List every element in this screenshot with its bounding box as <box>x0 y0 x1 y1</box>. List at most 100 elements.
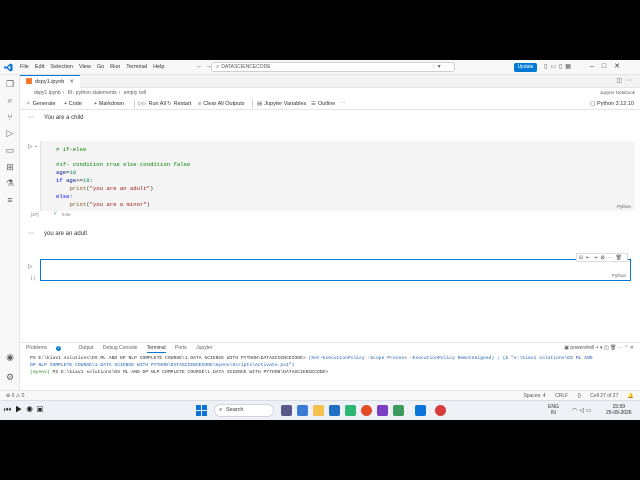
status-problems[interactable]: ⊗ 0 ⚠ 0 <box>6 392 24 400</box>
status-cell[interactable]: Cell 27 of 27 <box>590 393 618 399</box>
status-eol[interactable]: CRLF <box>555 393 568 399</box>
vscode-taskbar-icon[interactable] <box>415 405 426 416</box>
update-button[interactable]: Update <box>514 63 537 72</box>
status-spaces[interactable]: Spaces: 4 <box>523 393 545 399</box>
generate-button[interactable]: ✧ Generate <box>26 99 56 109</box>
output-menu-icon[interactable]: ⋯ <box>28 230 34 237</box>
remote-explorer-icon[interactable]: ▭ <box>5 145 15 155</box>
app-icon[interactable] <box>435 405 446 416</box>
menu-go[interactable]: Go <box>94 64 107 71</box>
media-window-icon[interactable]: ▣ <box>37 405 47 414</box>
jupyter-variables-button[interactable]: ▤ Jupyter Variables <box>257 99 306 109</box>
tab-debug-console[interactable]: Debug Console <box>103 345 137 351</box>
menu-run[interactable]: Run <box>107 64 123 71</box>
task-view-icon[interactable] <box>297 405 308 416</box>
run-cell-icon[interactable]: ▷ <box>28 263 33 270</box>
customize-layout-icon[interactable]: ▦ <box>565 64 574 70</box>
jupyter-icon[interactable]: ≡ <box>5 195 15 205</box>
widgets-app-icon[interactable] <box>281 405 292 416</box>
command-center-search[interactable]: ⌕ DATASCIENCECODE <box>211 62 455 72</box>
search-activity-icon[interactable]: ⌕ <box>5 95 15 105</box>
more-actions-icon[interactable]: ⋯ <box>626 78 636 84</box>
maximize-icon[interactable]: □ <box>602 63 614 70</box>
toggle-panel-icon[interactable]: ▭ <box>550 64 559 70</box>
kernel-picker[interactable]: ▢ Python 3.12.10 <box>590 99 634 109</box>
toolbar-more-icon[interactable]: ⋯ <box>340 99 346 109</box>
status-braces-icon[interactable]: {} <box>578 393 581 399</box>
title-bar: File Edit Selection View Go Run Terminal… <box>0 60 640 75</box>
cell-language-label[interactable]: Python <box>612 273 626 278</box>
outline-button[interactable]: ☰ Outline <box>311 99 335 109</box>
delete-cell-icon[interactable]: 🗑 <box>616 255 625 261</box>
minimize-icon[interactable]: – <box>590 63 602 70</box>
tab-ports[interactable]: Ports <box>175 345 187 351</box>
kill-terminal-icon[interactable]: 🗑 <box>610 345 618 351</box>
vscode-window: File Edit Selection View Go Run Terminal… <box>0 60 640 400</box>
code-editor[interactable]: # if-else #if- condition true else condi… <box>40 141 635 211</box>
add-markdown-button[interactable]: + Markdown <box>94 99 124 109</box>
battery-icon[interactable]: ▭ <box>586 408 594 414</box>
tab-close-icon[interactable]: ✕ <box>69 79 74 85</box>
media-record-icon[interactable]: ◉ <box>26 405 36 414</box>
source-control-icon[interactable]: ⑂ <box>5 112 15 122</box>
breadcrumb-file[interactable]: dspy1.ipynb <box>34 90 61 96</box>
empty-code-cell[interactable]: ▷ ⊟⇤⇥⊠⋯🗑 Python [ ] <box>25 253 635 287</box>
cell-language-label[interactable]: Python <box>617 204 631 209</box>
chrome-app-icon[interactable] <box>361 405 372 416</box>
app-icon[interactable] <box>377 405 388 416</box>
split-editor-icon[interactable]: ◫ <box>616 78 626 84</box>
menu-file[interactable]: File <box>17 64 32 71</box>
clear-outputs-button[interactable]: ≡ Clear All Outputs <box>198 99 245 109</box>
edge-app-icon[interactable] <box>345 405 356 416</box>
terminal-command: (Set-ExecutionPolicy -Scope Process -Exe… <box>305 356 593 361</box>
run-all-icon: ▷▷ <box>138 101 147 107</box>
tab-output[interactable]: Output <box>79 345 94 351</box>
media-play-icon[interactable]: ▶ <box>15 405 26 414</box>
run-cell-icon[interactable]: ▷ <box>28 143 33 150</box>
run-debug-icon[interactable]: ▷ <box>5 128 15 138</box>
restart-button[interactable]: ↻ Restart <box>167 99 191 109</box>
back-arrow-icon[interactable]: ← <box>196 63 203 70</box>
title-extra-icons: ◌▾ <box>432 63 443 70</box>
breadcrumb-cell[interactable]: empty cell <box>124 90 147 96</box>
taskbar-clock[interactable]: 15:59 25-09-2026 <box>606 404 632 416</box>
breadcrumb-section[interactable]: M↓ python statements <box>68 90 117 96</box>
menu-view[interactable]: View <box>76 64 94 71</box>
testing-icon[interactable]: ⚗ <box>5 178 15 188</box>
terminal-shell-label[interactable]: powershell <box>570 345 594 351</box>
language-indicator[interactable]: ENG IN <box>548 404 559 416</box>
code-cell[interactable]: ▷ ⌄ # if-else #if- condition true else c… <box>25 141 635 221</box>
volume-icon[interactable]: ◁ <box>579 408 586 414</box>
cell-dropdown-icon[interactable]: ⌄ <box>34 143 38 149</box>
windows-start-icon[interactable] <box>196 405 207 416</box>
split-cell-icon[interactable]: ⊠ <box>600 255 607 261</box>
cell-more-icon[interactable]: ⋯ <box>608 255 616 261</box>
copilot-dropdown-icon[interactable]: ▾ <box>438 64 443 70</box>
menu-selection[interactable]: Selection <box>47 64 76 71</box>
media-prev-icon[interactable]: ⏮ <box>4 405 15 414</box>
file-explorer-icon[interactable] <box>313 405 324 416</box>
app-icon[interactable] <box>393 405 404 416</box>
store-app-icon[interactable] <box>329 405 340 416</box>
explorer-icon[interactable]: ❐ <box>5 79 15 89</box>
tab-jupyter[interactable]: Jupyter <box>196 345 212 351</box>
manage-gear-icon[interactable]: ⚙ <box>5 372 15 382</box>
empty-cell-editor[interactable]: ⊟⇤⇥⊠⋯🗑 Python <box>40 253 631 281</box>
run-all-button[interactable]: ▷▷ Run All <box>138 99 166 109</box>
menu-terminal[interactable]: Terminal <box>123 64 150 71</box>
output-menu-icon[interactable]: ⋯ <box>28 114 34 121</box>
run-by-line-icon[interactable]: ⊟ <box>579 255 586 261</box>
kw-token: else <box>56 193 70 200</box>
tab-problems[interactable]: Problems 2 <box>26 345 69 351</box>
taskbar-search[interactable]: ⌕ Search <box>214 404 274 417</box>
menu-help[interactable]: Help <box>150 64 167 71</box>
close-icon[interactable]: ✕ <box>614 63 628 70</box>
account-icon[interactable]: ◉ <box>5 352 15 362</box>
tab-dspy1-ipynb[interactable]: dspy1.ipynb ✕ <box>20 75 80 88</box>
notifications-bell-icon[interactable]: 🔔 <box>628 393 634 399</box>
close-panel-icon[interactable]: ✕ <box>630 345 634 351</box>
menu-edit[interactable]: Edit <box>32 64 47 71</box>
add-code-button[interactable]: + Code <box>64 99 82 109</box>
extensions-icon[interactable]: ⊞ <box>5 162 15 172</box>
tab-terminal[interactable]: Terminal <box>146 345 166 353</box>
